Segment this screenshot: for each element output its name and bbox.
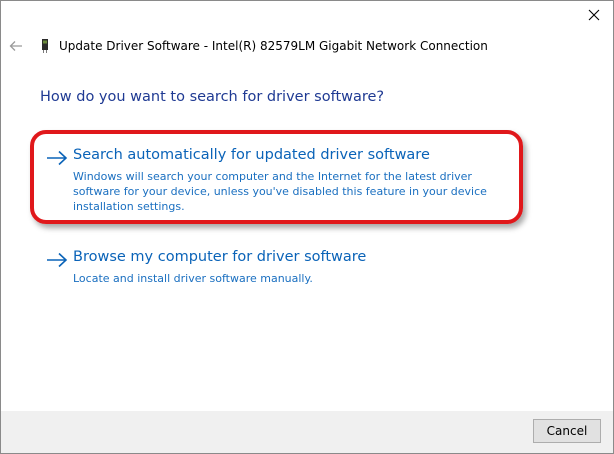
dialog-header: Update Driver Software - Intel(R) 82579L… [1,29,613,63]
close-button[interactable] [581,3,607,27]
close-icon [588,9,600,21]
window-title: Update Driver Software - Intel(R) 82579L… [59,39,488,53]
option-description: Windows will search your computer and th… [73,170,487,213]
arrow-right-icon [47,252,68,268]
option-description: Locate and install driver software manua… [73,272,313,285]
dialog-footer: Cancel [1,411,613,453]
cancel-button[interactable]: Cancel [533,419,601,443]
network-adapter-icon [42,39,48,53]
option-title[interactable]: Browse my computer for driver software [73,249,366,265]
arrow-right-icon [47,150,68,166]
back-arrow-icon [9,41,22,51]
dialog-window: Update Driver Software - Intel(R) 82579L… [0,0,614,454]
page-heading: How do you want to search for driver sof… [40,89,385,105]
option-title[interactable]: Search automatically for updated driver … [73,147,430,163]
back-button[interactable] [7,37,25,55]
